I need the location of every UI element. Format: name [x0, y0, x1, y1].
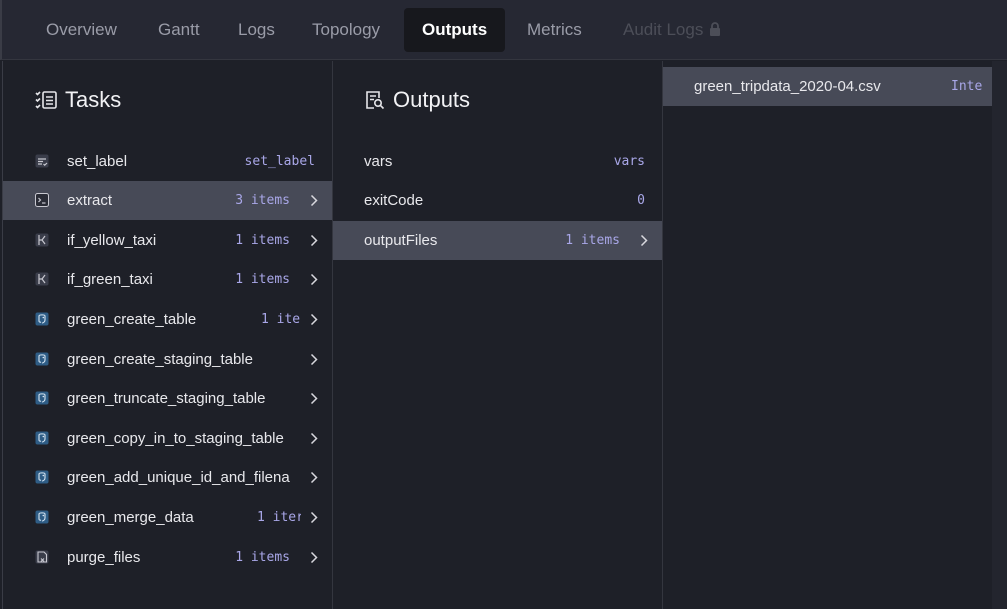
- task-value: 1 items: [235, 233, 290, 248]
- tab-bar: Overview Gantt Logs Topology Outputs Met…: [0, 0, 1007, 60]
- task-row-extract[interactable]: extract 3 items: [3, 181, 332, 220]
- purge-icon: [35, 550, 49, 564]
- tab-metrics[interactable]: Metrics: [509, 8, 600, 52]
- output-row-exitcode[interactable]: exitCode 0: [333, 181, 662, 220]
- tab-gantt[interactable]: Gantt: [140, 8, 218, 52]
- task-list-icon: [35, 91, 57, 109]
- chevron-right-icon: [640, 234, 648, 247]
- chevron-right-icon: [310, 313, 318, 326]
- output-row-outputfiles[interactable]: outputFiles 1 items: [333, 221, 662, 260]
- tab-audit-logs-label: Audit Logs: [623, 20, 704, 39]
- postgres-icon: [35, 470, 49, 484]
- task-row-green-truncate-staging-table[interactable]: green_truncate_staging_table: [3, 379, 332, 418]
- outputs-panel: Outputs vars vars exitCode 0 outputFiles…: [332, 61, 662, 609]
- task-label: set_label: [67, 153, 128, 170]
- task-label: purge_files: [67, 549, 141, 566]
- terminal-icon: [35, 193, 49, 207]
- task-value: set_label: [244, 154, 315, 169]
- task-label: green_add_unique_id_and_filena: [67, 469, 290, 486]
- postgres-icon: [35, 352, 49, 366]
- chevron-right-icon: [310, 353, 318, 366]
- task-row-if-green-taxi[interactable]: if_green_taxi 1 items: [3, 260, 332, 299]
- chevron-right-icon: [310, 194, 318, 207]
- task-value: 1 ite: [261, 312, 301, 327]
- task-row-green-add-unique-id[interactable]: green_add_unique_id_and_filena: [3, 458, 332, 497]
- lock-icon: [710, 22, 721, 36]
- output-row-vars[interactable]: vars vars: [333, 142, 662, 181]
- task-label: green_create_staging_table: [67, 351, 253, 368]
- tab-logs[interactable]: Logs: [220, 8, 293, 52]
- chevron-right-icon: [310, 511, 318, 524]
- task-value: 1 items: [235, 550, 290, 565]
- postgres-icon: [35, 391, 49, 405]
- file-label: green_tripdata_2020-04.csv: [694, 78, 881, 95]
- task-row-green-copy-in-to-staging-table[interactable]: green_copy_in_to_staging_table: [3, 419, 332, 458]
- outputs-title-text: Outputs: [393, 87, 471, 112]
- branch-icon: [35, 272, 49, 286]
- tab-outputs[interactable]: Outputs: [404, 8, 506, 52]
- postgres-icon: [35, 431, 49, 445]
- chevron-right-icon: [310, 273, 318, 286]
- chevron-right-icon: [310, 432, 318, 445]
- tab-overview[interactable]: Overview: [28, 8, 135, 52]
- outputs-panel-title: Outputs: [365, 87, 470, 113]
- postgres-icon: [35, 510, 49, 524]
- task-label: green_merge_data: [67, 509, 194, 526]
- file-value: Inte: [951, 79, 983, 94]
- outputs-search-icon: [366, 91, 385, 110]
- task-label: if_green_taxi: [67, 271, 153, 288]
- task-value: 1 items: [235, 272, 290, 287]
- chevron-right-icon: [310, 234, 318, 247]
- tasks-title-text: Tasks: [65, 87, 122, 112]
- output-value: vars: [613, 154, 645, 169]
- task-label: green_truncate_staging_table: [67, 390, 266, 407]
- tasks-panel-title: Tasks: [35, 87, 121, 113]
- task-value: 1 iter: [257, 510, 301, 525]
- files-scrollbar[interactable]: [992, 61, 1007, 609]
- branch-icon: [35, 233, 49, 247]
- chevron-right-icon: [310, 551, 318, 564]
- task-label: green_copy_in_to_staging_table: [67, 430, 284, 447]
- files-panel: green_tripdata_2020-04.csv Inte: [662, 61, 1007, 609]
- tasks-panel: Tasks set_label set_label extract 3 item…: [2, 61, 332, 609]
- task-label: extract: [67, 192, 113, 209]
- task-row-purge-files[interactable]: purge_files 1 items: [3, 538, 332, 577]
- output-label: exitCode: [364, 192, 424, 209]
- tab-topology[interactable]: Topology: [294, 8, 398, 52]
- chevron-right-icon: [310, 471, 318, 484]
- task-row-if-yellow-taxi[interactable]: if_yellow_taxi 1 items: [3, 221, 332, 260]
- output-label: vars: [364, 153, 393, 170]
- task-row-green-create-staging-table[interactable]: green_create_staging_table: [3, 340, 332, 379]
- postgres-icon: [35, 312, 49, 326]
- tab-audit-logs: Audit Logs: [605, 8, 739, 52]
- chevron-right-icon: [310, 392, 318, 405]
- task-row-green-create-table[interactable]: green_create_table 1 ite: [3, 300, 332, 339]
- output-label: outputFiles: [364, 232, 438, 249]
- task-label: green_create_table: [67, 311, 197, 328]
- output-value: 1 items: [565, 233, 620, 248]
- output-value: 0: [637, 193, 645, 208]
- task-label: if_yellow_taxi: [67, 232, 157, 249]
- task-value: 3 items: [235, 193, 290, 208]
- file-row[interactable]: green_tripdata_2020-04.csv Inte: [663, 67, 1007, 106]
- task-row-set-label[interactable]: set_label set_label: [3, 142, 332, 181]
- task-row-green-merge-data[interactable]: green_merge_data 1 iter: [3, 498, 332, 537]
- set-label-icon: [35, 154, 49, 168]
